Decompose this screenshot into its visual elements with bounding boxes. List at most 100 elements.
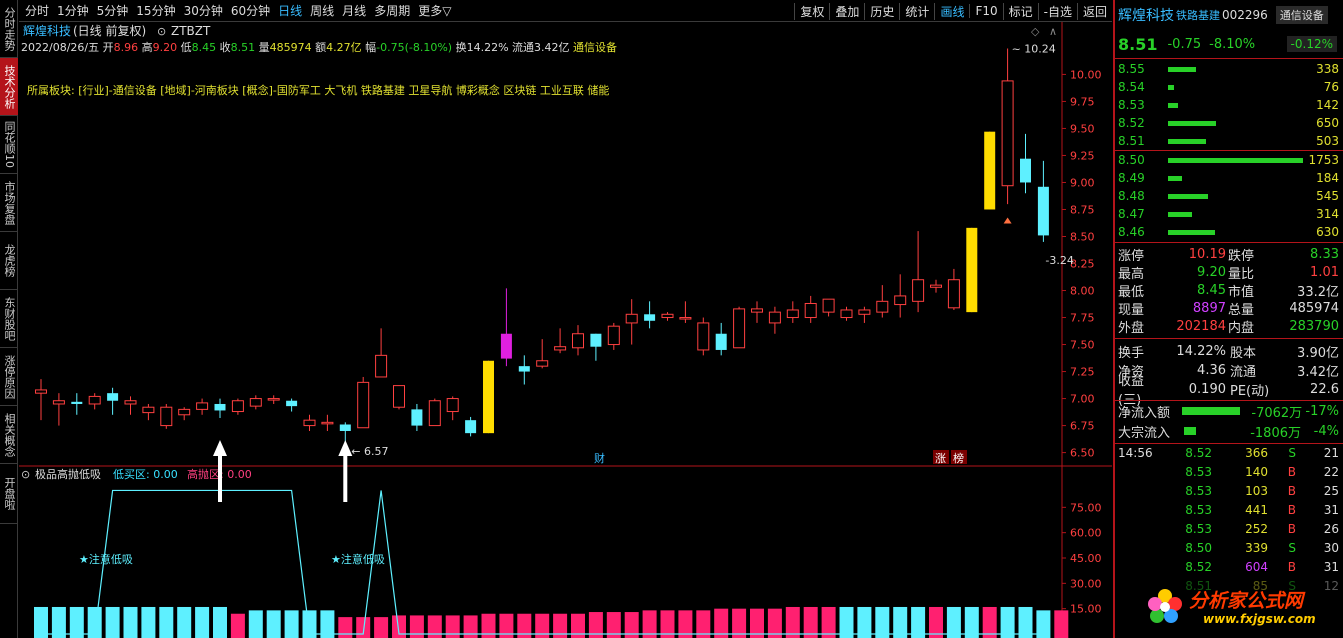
flow-val-1: -1806万 xyxy=(1250,425,1301,441)
ask-row-0[interactable]: 8.55 338 xyxy=(1115,60,1343,78)
toolbar-btn-3[interactable]: 统计 xyxy=(899,2,934,20)
watermark-url: www.fxjgsw.com xyxy=(1203,612,1316,626)
left-tab-0[interactable]: 分时走势 xyxy=(0,0,18,58)
sub-title: 极品高抛低吸 xyxy=(35,467,101,481)
left-tab-3[interactable]: 市场复盘 xyxy=(0,174,18,232)
stat2-lbl-b-1: 流通 xyxy=(1230,364,1257,380)
candle-body-2 xyxy=(71,401,83,404)
tick-vol-5: 339 xyxy=(1245,541,1268,555)
period-4[interactable]: 30分钟 xyxy=(180,2,227,19)
left-tab-1[interactable]: 技术分析 xyxy=(0,58,18,116)
period-5[interactable]: 60分钟 xyxy=(227,2,274,19)
tick-price-0: 8.52 xyxy=(1185,446,1212,460)
hdr-vol: 485974 xyxy=(270,41,316,54)
hdr-high-lbl: 高 xyxy=(142,40,153,54)
sector-line: 所属板块: [行业]-通信设备 [地域]-河南板块 [概念]-国防军工 大飞机 … xyxy=(27,83,609,97)
left-tab-8[interactable]: 开盘啦 xyxy=(0,464,18,524)
tick-row-1: 8.53 140 B 22 xyxy=(1115,463,1343,481)
chart-svg[interactable]: 辉煌科技 (日线 前复权) ⊙ ZTBZT ◇ ∧ 2022/08/26/五 开8.96 高… xyxy=(19,22,1112,638)
bid-row-1[interactable]: 8.49 184 xyxy=(1115,169,1343,187)
bid-bar-0 xyxy=(1168,157,1303,163)
toolbar-btn-1[interactable]: 叠加 xyxy=(829,2,864,20)
candle-body-12 xyxy=(249,398,262,407)
bid-bar-2 xyxy=(1168,193,1208,199)
indicator-toggle: ⊙ xyxy=(157,25,166,38)
bid-vol-1: 184 xyxy=(1316,171,1339,185)
toolbar-btn-4[interactable]: 画线 xyxy=(934,2,969,20)
period-10[interactable]: 更多▽ xyxy=(414,2,455,19)
toolbar-btn-0[interactable]: 复权 xyxy=(794,2,829,20)
sub-ytick-0: 75.00 xyxy=(1070,501,1102,514)
flow-lbl-1: 大宗流入 xyxy=(1118,425,1171,441)
buy-label-1: ★注意低吸 xyxy=(79,552,133,566)
sub-bar-19 xyxy=(374,617,389,638)
toolbar-btn-2[interactable]: 历史 xyxy=(864,2,899,20)
sub-bar-50 xyxy=(929,606,943,638)
ask-bar-1 xyxy=(1168,84,1174,90)
ytick-9: 7.75 xyxy=(1070,312,1095,325)
period-9[interactable]: 多周期 xyxy=(370,2,414,19)
period-2[interactable]: 5分钟 xyxy=(93,2,133,19)
stat-val-a-0: 10.19 xyxy=(1188,246,1226,262)
toolbar-btn-7[interactable]: -自选 xyxy=(1037,2,1077,20)
sub-toggle: ⊙ xyxy=(21,468,30,481)
toolbar-btn-6[interactable]: 标记 xyxy=(1002,2,1038,20)
candle-body-30 xyxy=(572,333,584,349)
ytick-3: 9.25 xyxy=(1070,149,1095,162)
hdr-turn: 14.22% xyxy=(467,41,512,54)
left-tab-2[interactable]: 同花顺10 xyxy=(0,116,18,174)
rp-pct: -8.10% xyxy=(1209,36,1256,52)
left-tab-5[interactable]: 东财股吧 xyxy=(0,290,18,348)
tick-row-5: 8.50 339 S 30 xyxy=(1115,539,1343,557)
main-chart-area[interactable]: 辉煌科技 (日线 前复权) ⊙ ZTBZT ◇ ∧ 2022/08/26/五 开8.96 高… xyxy=(19,22,1112,638)
period-8[interactable]: 月线 xyxy=(338,2,370,19)
ytick-13: 6.75 xyxy=(1070,420,1095,433)
stat2-val-b-1: 3.42亿 xyxy=(1297,364,1339,380)
hdr-industry: 通信设备 xyxy=(573,40,617,54)
ask-row-4[interactable]: 8.51 503 xyxy=(1115,132,1343,150)
tick-row-6: 8.52 604 B 31 xyxy=(1115,558,1343,576)
period-0[interactable]: 分时 xyxy=(21,2,53,19)
sub-bar-9 xyxy=(195,606,210,638)
bid-row-2[interactable]: 8.48 545 xyxy=(1115,187,1343,205)
ask-vol-4: 503 xyxy=(1316,134,1339,148)
tick-count-3: 31 xyxy=(1323,503,1339,517)
period-6[interactable]: 日线 xyxy=(274,2,306,19)
watermark-title: 分析家公式网 xyxy=(1189,590,1304,612)
left-tab-7[interactable]: 相关概念 xyxy=(0,406,18,464)
ask-row-2[interactable]: 8.53 142 xyxy=(1115,96,1343,114)
bid-row-4[interactable]: 8.46 630 xyxy=(1115,223,1343,241)
ytick-8: 8.00 xyxy=(1070,285,1095,298)
ask-bar-4 xyxy=(1168,138,1206,144)
tick-row-4: 8.53 252 B 26 xyxy=(1115,520,1343,538)
left-tab-4[interactable]: 龙虎榜 xyxy=(0,232,18,290)
period-3[interactable]: 15分钟 xyxy=(132,2,179,19)
bid-bar-1 xyxy=(1168,175,1182,181)
toolbar-btn-8[interactable]: 返回 xyxy=(1076,2,1112,20)
ask-row-3[interactable]: 8.52 650 xyxy=(1115,114,1343,132)
rp-sector-btn[interactable]: 通信设备 xyxy=(1275,6,1328,24)
bid-row-3[interactable]: 8.47 314 xyxy=(1115,205,1343,223)
rp-concept[interactable]: 铁路基建 xyxy=(1176,7,1220,23)
stat-val-b-0: 8.33 xyxy=(1310,246,1339,262)
ask-vol-2: 142 xyxy=(1316,98,1339,112)
candle-body-36 xyxy=(679,317,692,320)
toolbar-btn-5[interactable]: F10 xyxy=(969,4,1002,18)
stat-val-a-3: 8897 xyxy=(1192,300,1226,316)
left-tab-6[interactable]: 涨停原因 xyxy=(0,348,18,406)
stat2-val-a-0: 14.22% xyxy=(1176,343,1226,359)
candle-body-56 xyxy=(1037,186,1049,236)
tick-vol-6: 604 xyxy=(1245,560,1268,574)
period-1[interactable]: 1分钟 xyxy=(53,2,93,19)
ask-row-1[interactable]: 8.54 76 xyxy=(1115,78,1343,96)
ask-vol-3: 650 xyxy=(1316,116,1339,130)
candle-body-4 xyxy=(107,393,119,401)
period-7[interactable]: 周线 xyxy=(306,2,338,19)
tick-count-2: 25 xyxy=(1323,484,1339,498)
bid-row-0[interactable]: 8.50 1753 xyxy=(1115,151,1343,169)
candle-body-28 xyxy=(536,360,549,367)
tick-vol-0: 366 xyxy=(1245,446,1268,460)
stat2-val-a-1: 4.36 xyxy=(1197,362,1226,378)
sub-bar-10 xyxy=(213,606,227,638)
sub-bar-45 xyxy=(839,606,854,638)
